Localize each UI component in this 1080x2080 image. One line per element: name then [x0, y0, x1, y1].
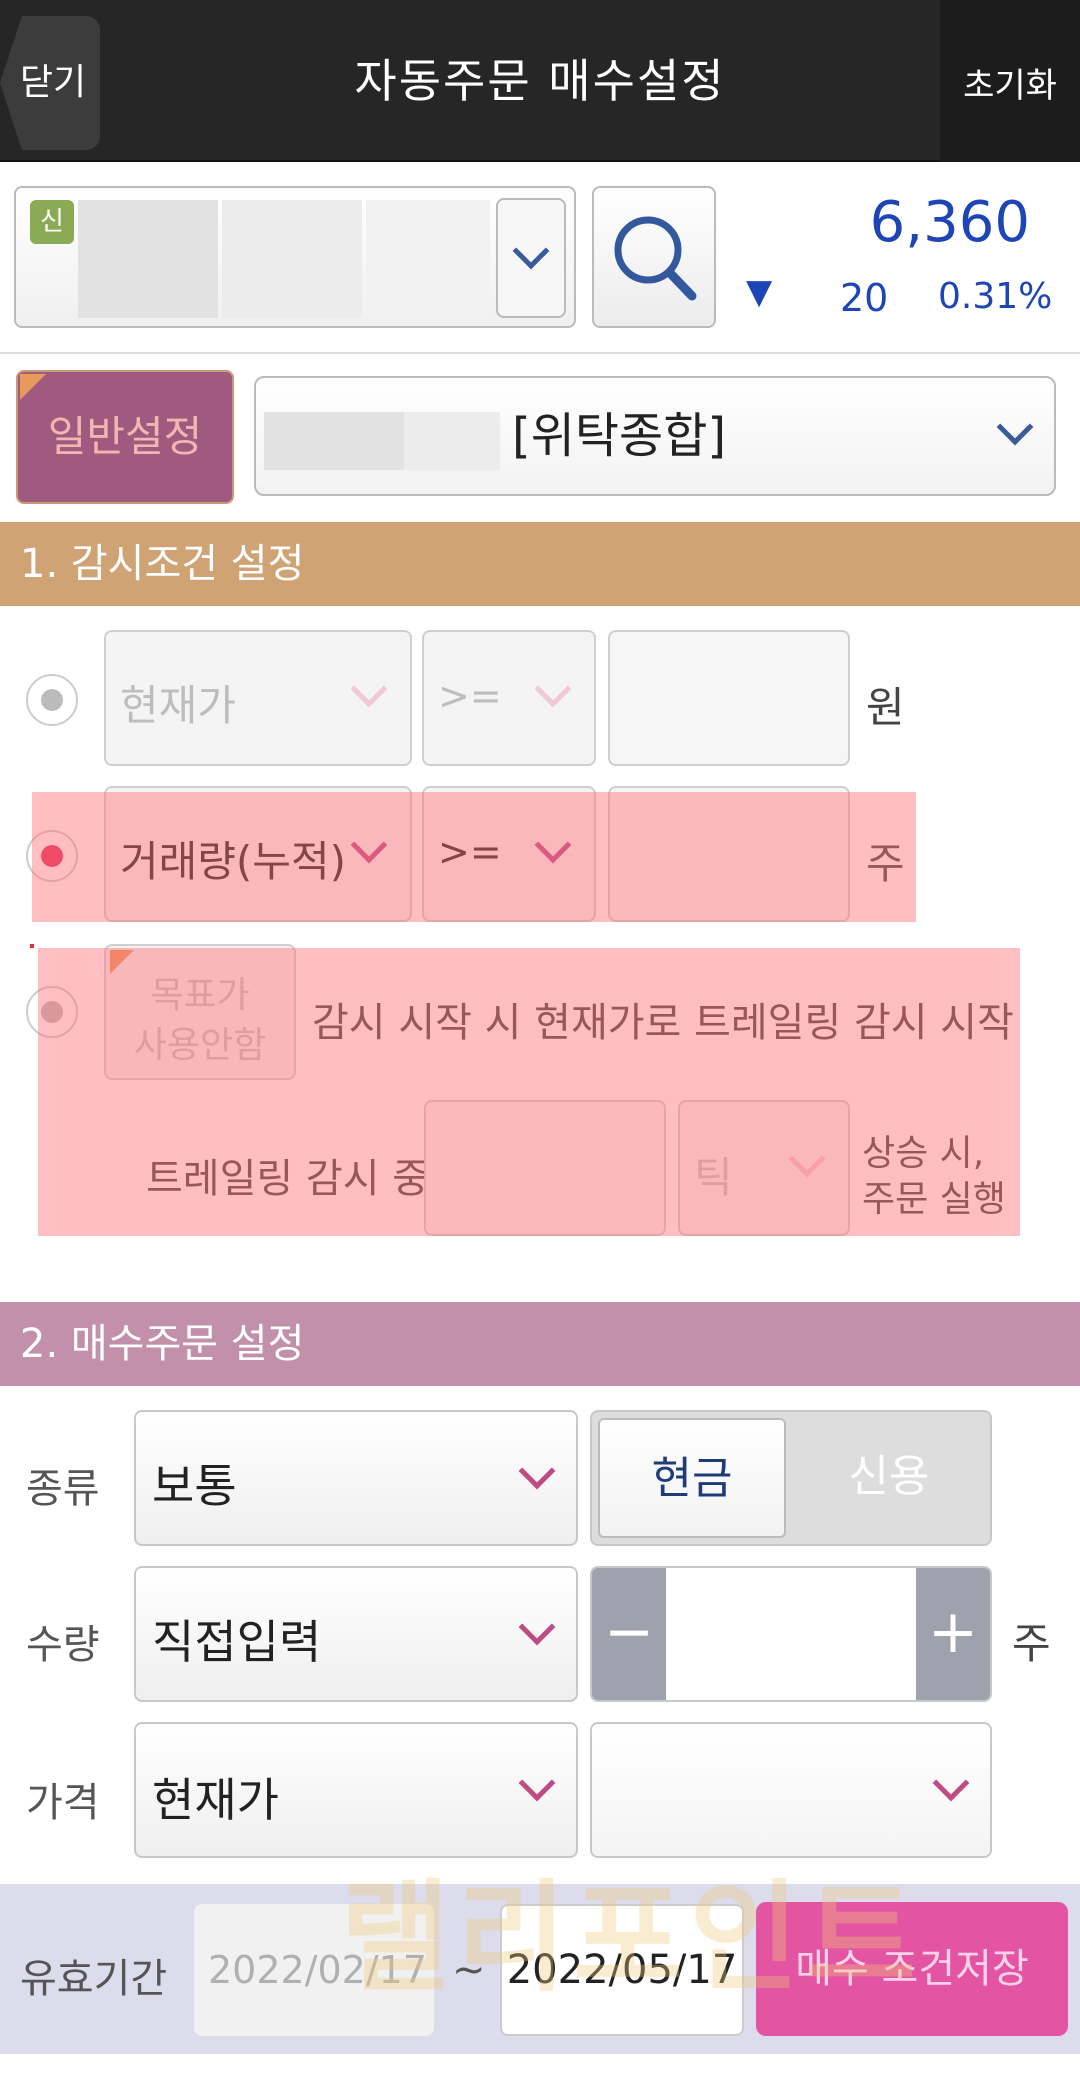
- red-dot-marker: [30, 944, 34, 948]
- quantity-label: 수량: [26, 1622, 100, 1668]
- top-bar: 자동주문 매수설정 닫기 초기화: [0, 0, 1080, 162]
- section-monitor-header: 1. 감시조건 설정: [0, 522, 1080, 606]
- quantity-mode-value: 직접입력: [152, 1615, 322, 1669]
- quantity-plus-button[interactable]: +: [916, 1568, 990, 1700]
- page-title: 자동주문 매수설정: [354, 54, 726, 108]
- quantity-unit: 주: [1012, 1619, 1051, 1668]
- watermark: 랠리포인트: [340, 1869, 922, 2008]
- chevron-down-icon: [932, 1764, 970, 1802]
- current-price: 6,360: [869, 190, 1030, 255]
- credit-toggle-button[interactable]: 신용: [790, 1418, 988, 1538]
- chevron-down-icon: [518, 1452, 556, 1490]
- section-title: 2. 매수주문 설정: [20, 1321, 305, 1367]
- chevron-down-icon: [350, 670, 388, 708]
- price-label: 가격: [26, 1780, 100, 1826]
- unit-won: 원: [866, 683, 905, 732]
- stock-extra-redacted: [366, 200, 490, 318]
- type-label: 종류: [26, 1466, 100, 1512]
- chevron-down-icon: [534, 670, 572, 708]
- dropdown-value: >=: [438, 674, 502, 718]
- condition-value-input-1[interactable]: [608, 630, 850, 766]
- stock-name-redacted: [78, 200, 218, 318]
- price-mode-value: 현재가: [152, 1773, 279, 1827]
- condition-field-dropdown-1[interactable]: 현재가: [104, 630, 412, 766]
- credit-badge: 신: [30, 200, 74, 244]
- general-settings-button[interactable]: 일반설정: [16, 370, 234, 504]
- chevron-down-icon: [512, 232, 550, 270]
- price-value-dropdown[interactable]: [590, 1722, 992, 1858]
- chevron-down-icon: [518, 1764, 556, 1802]
- highlight-overlay-row3: [38, 948, 1020, 1236]
- quantity-input[interactable]: [668, 1568, 914, 1700]
- operator-dropdown-1[interactable]: >=: [422, 630, 596, 766]
- reset-button[interactable]: 초기화: [940, 0, 1080, 162]
- stock-code-redacted: [222, 200, 362, 318]
- price-change: 20: [840, 276, 889, 320]
- corner-marker: [20, 374, 46, 400]
- valid-period-label: 유효기간: [20, 1956, 168, 2002]
- radio-current-price[interactable]: [26, 674, 78, 726]
- highlight-overlay-row2: [32, 792, 916, 922]
- search-icon: [614, 216, 697, 301]
- dropdown-value: 현재가: [120, 681, 236, 730]
- section-title: 1. 감시조건 설정: [20, 541, 305, 587]
- account-type: [위탁종합]: [512, 408, 727, 464]
- down-arrow-icon: ▼: [746, 272, 773, 312]
- chevron-down-icon: [518, 1608, 556, 1646]
- cash-toggle-button[interactable]: 현금: [598, 1418, 786, 1538]
- price-change-percent: 0.31%: [938, 276, 1053, 317]
- stock-dropdown-button[interactable]: [496, 198, 566, 318]
- quantity-minus-button[interactable]: −: [592, 1568, 666, 1700]
- chevron-down-icon: [996, 408, 1034, 446]
- account-number-redacted-2: [404, 412, 500, 470]
- search-button[interactable]: [592, 186, 716, 328]
- section-order-header: 2. 매수주문 설정: [0, 1302, 1080, 1386]
- order-type-value: 보통: [152, 1459, 237, 1513]
- account-number-redacted: [264, 412, 404, 470]
